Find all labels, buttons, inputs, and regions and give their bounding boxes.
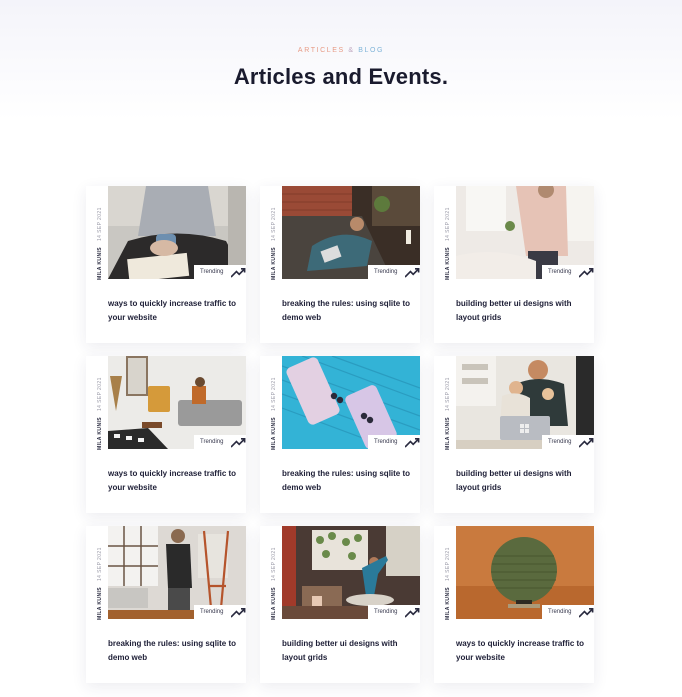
trend-up-icon bbox=[231, 607, 246, 618]
article-thumbnail[interactable]: Trending bbox=[456, 356, 594, 449]
trending-badge: Trending bbox=[368, 435, 420, 449]
article-date: 14 SEP 2021 bbox=[445, 207, 451, 242]
article-meta: MILA KUNIS 14 SEP 2021 bbox=[434, 526, 456, 620]
article-title[interactable]: building better ui designs with layout g… bbox=[456, 297, 588, 325]
article-meta: MILA KUNIS 14 SEP 2021 bbox=[86, 186, 108, 280]
article-title[interactable]: breaking the rules: using sqlite to demo… bbox=[108, 637, 240, 665]
article-author: MILA KUNIS bbox=[97, 587, 103, 620]
eyebrow-ampersand: & bbox=[348, 47, 355, 54]
articles-grid: MILA KUNIS 14 SEP 2021 Trending ways to … bbox=[86, 186, 594, 683]
article-thumbnail[interactable]: Trending bbox=[108, 186, 246, 279]
trend-up-icon bbox=[405, 267, 420, 278]
article-date: 14 SEP 2021 bbox=[271, 547, 277, 582]
article-thumbnail[interactable]: Trending bbox=[456, 526, 594, 619]
article-date: 14 SEP 2021 bbox=[271, 207, 277, 242]
badge-label: Trending bbox=[200, 269, 224, 275]
trending-badge: Trending bbox=[368, 265, 420, 279]
badge-label: Trending bbox=[200, 609, 224, 615]
article-card[interactable]: MILA KUNIS 14 SEP 2021 Trending bbox=[86, 186, 246, 343]
article-author: MILA KUNIS bbox=[271, 247, 277, 280]
badge-label: Trending bbox=[548, 439, 572, 445]
trending-badge: Trending bbox=[542, 265, 594, 279]
article-title[interactable]: ways to quickly increase traffic to your… bbox=[456, 637, 588, 665]
article-card[interactable]: MILA KUNIS 14 SEP 2021 Trending ways to … bbox=[86, 356, 246, 513]
article-thumbnail[interactable]: Trending bbox=[108, 356, 246, 449]
article-title[interactable]: building better ui designs with layout g… bbox=[456, 467, 588, 495]
badge-label: Trending bbox=[548, 609, 572, 615]
article-author: MILA KUNIS bbox=[97, 247, 103, 280]
article-card[interactable]: MILA KUNIS 14 SEP 2021 bbox=[260, 526, 420, 683]
article-thumbnail[interactable]: Trending bbox=[282, 526, 420, 619]
trend-up-icon bbox=[579, 607, 594, 618]
trending-badge: Trending bbox=[368, 605, 420, 619]
article-author: MILA KUNIS bbox=[271, 587, 277, 620]
badge-label: Trending bbox=[200, 439, 224, 445]
badge-label: Trending bbox=[548, 269, 572, 275]
eyebrow-articles: ARTICLES bbox=[297, 47, 345, 54]
article-card[interactable]: MILA KUNIS 14 SEP 2021 Trending bbox=[434, 186, 594, 343]
trend-up-icon bbox=[579, 437, 594, 448]
trending-badge: Trending bbox=[542, 605, 594, 619]
article-thumbnail[interactable]: Trending bbox=[282, 356, 420, 449]
article-date: 14 SEP 2021 bbox=[97, 547, 103, 582]
badge-label: Trending bbox=[374, 609, 398, 615]
trending-badge: Trending bbox=[194, 435, 246, 449]
article-meta: MILA KUNIS 14 SEP 2021 bbox=[260, 526, 282, 620]
article-title[interactable]: breaking the rules: using sqlite to demo… bbox=[282, 297, 414, 325]
article-meta: MILA KUNIS 14 SEP 2021 bbox=[86, 526, 108, 620]
badge-label: Trending bbox=[374, 439, 398, 445]
article-card[interactable]: MILA KUNIS 14 SEP 2021 bbox=[434, 356, 594, 513]
article-author: MILA KUNIS bbox=[271, 417, 277, 450]
article-card[interactable]: MILA KUNIS 14 SEP 2021 Trending bbox=[260, 186, 420, 343]
article-card[interactable]: MILA KUNIS 14 SEP 2021 Trending bbox=[260, 356, 420, 513]
article-thumbnail[interactable]: Trending bbox=[108, 526, 246, 619]
article-author: MILA KUNIS bbox=[445, 247, 451, 280]
section-title: Articles and Events. bbox=[233, 64, 449, 89]
article-title[interactable]: ways to quickly increase traffic to your… bbox=[108, 467, 240, 495]
section-eyebrow: ARTICLES & BLOG bbox=[0, 47, 682, 54]
article-card[interactable]: MILA KUNIS 14 SEP 2021 Trending bbox=[434, 526, 594, 683]
trend-up-icon bbox=[231, 267, 246, 278]
trend-up-icon bbox=[231, 437, 246, 448]
article-author: MILA KUNIS bbox=[97, 417, 103, 450]
trending-badge: Trending bbox=[542, 435, 594, 449]
article-date: 14 SEP 2021 bbox=[97, 207, 103, 242]
eyebrow-blog: BLOG bbox=[358, 47, 385, 54]
article-title[interactable]: ways to quickly increase traffic to your… bbox=[108, 297, 240, 325]
trend-up-icon bbox=[405, 437, 420, 448]
article-date: 14 SEP 2021 bbox=[271, 377, 277, 412]
article-title[interactable]: building better ui designs with layout g… bbox=[282, 637, 414, 665]
trending-badge: Trending bbox=[194, 265, 246, 279]
article-meta: MILA KUNIS 14 SEP 2021 bbox=[86, 356, 108, 450]
article-date: 14 SEP 2021 bbox=[445, 547, 451, 582]
article-author: MILA KUNIS bbox=[445, 417, 451, 450]
article-date: 14 SEP 2021 bbox=[97, 377, 103, 412]
article-thumbnail[interactable]: Trending bbox=[282, 186, 420, 279]
article-title[interactable]: breaking the rules: using sqlite to demo… bbox=[282, 467, 414, 495]
badge-label: Trending bbox=[374, 269, 398, 275]
article-meta: MILA KUNIS 14 SEP 2021 bbox=[260, 356, 282, 450]
article-meta: MILA KUNIS 14 SEP 2021 bbox=[260, 186, 282, 280]
article-date: 14 SEP 2021 bbox=[445, 377, 451, 412]
article-card[interactable]: MILA KUNIS 14 SEP 2021 bbox=[86, 526, 246, 683]
trending-badge: Trending bbox=[194, 605, 246, 619]
article-meta: MILA KUNIS 14 SEP 2021 bbox=[434, 356, 456, 450]
trend-up-icon bbox=[405, 607, 420, 618]
article-meta: MILA KUNIS 14 SEP 2021 bbox=[434, 186, 456, 280]
trend-up-icon bbox=[579, 267, 594, 278]
article-thumbnail[interactable]: Trending bbox=[456, 186, 594, 279]
article-author: MILA KUNIS bbox=[445, 587, 451, 620]
